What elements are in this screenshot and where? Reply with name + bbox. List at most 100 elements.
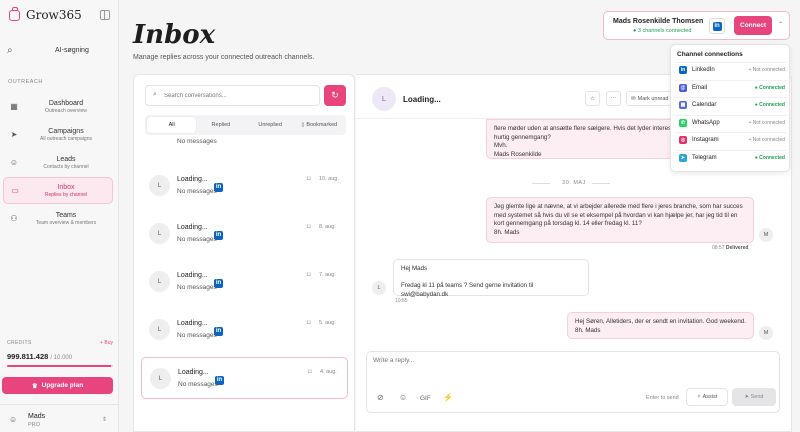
- user-plan: PRO: [28, 422, 40, 428]
- search-icon: ⌕: [7, 44, 13, 56]
- sidebar-item-title: Dashboard: [48, 100, 84, 107]
- conversation-item[interactable]: L Loading... in No messages ⌑ 8. aug.: [141, 213, 348, 255]
- channel-name: Instagram: [692, 137, 719, 143]
- bookmark-icon[interactable]: ⌑: [307, 175, 311, 183]
- connection-status-text: 3 channels connected: [637, 28, 692, 34]
- channel-status-text: Connected: [759, 84, 785, 91]
- sidebar-item-inbox[interactable]: ▭ Inbox Replies by channel: [3, 177, 113, 204]
- bookmark-icon: ☆: [590, 95, 595, 102]
- tab-bookmarked[interactable]: ▯ Bookmarked: [295, 117, 344, 133]
- sidebar-item-subtitle: Replies by channel: [44, 191, 88, 198]
- refresh-button[interactable]: ↻: [324, 85, 346, 106]
- user-icon: ☺: [9, 415, 18, 424]
- more-options-button[interactable]: ⋯: [606, 91, 621, 106]
- channel-name: WhatsApp: [692, 119, 720, 126]
- contact-name: Loading...: [403, 95, 441, 104]
- conversation-avatar: L: [149, 223, 170, 244]
- conversation-name: Loading...: [177, 320, 208, 327]
- bookmark-icon[interactable]: ⌑: [307, 223, 311, 231]
- channel-row-email[interactable]: @ Email ● Connected: [675, 79, 787, 95]
- channel-row-calendar[interactable]: ▦ Calendar ● Connected: [675, 97, 787, 112]
- instagram-icon: ◎: [679, 136, 687, 144]
- conversation-preview: No messages: [177, 332, 217, 339]
- conversation-item[interactable]: L Loading... in No messages ⌑ 5. aug.: [141, 309, 348, 351]
- upgrade-plan-button[interactable]: ♛ Upgrade plan: [2, 377, 113, 394]
- mark-unread-button[interactable]: ✉ Mark unread: [626, 91, 676, 106]
- channel-row-telegram[interactable]: ➤ Telegram ● Connected: [675, 149, 787, 165]
- bookmark-conversation-button[interactable]: ☆: [585, 91, 600, 106]
- conversation-name: Loading...: [177, 272, 208, 279]
- tab-bookmarked-label: Bookmarked: [306, 122, 338, 128]
- channel-row-instagram[interactable]: ◎ Instagram + Not connected: [675, 132, 787, 147]
- conversation-search-input[interactable]: [164, 89, 314, 103]
- conversation-name: Loading...: [177, 224, 208, 231]
- message-time: 10:55: [395, 298, 408, 304]
- emoji-icon[interactable]: ☺: [399, 393, 407, 402]
- inbox-icon: ▭: [11, 186, 19, 195]
- telegram-icon: ➤: [679, 153, 687, 162]
- tab-unreplied[interactable]: Unreplied: [246, 117, 295, 133]
- sidebar-item-subtitle: All outreach campaigns: [40, 136, 92, 142]
- channel-row-linkedin[interactable]: in LinkedIn + Not connected: [675, 62, 787, 77]
- sidebar-item-title: Campaigns: [48, 128, 84, 135]
- briefcase-icon: [9, 6, 20, 21]
- gif-button[interactable]: GIF: [420, 395, 431, 402]
- channel-status-text: Not connected: [752, 67, 785, 73]
- app: Grow365 ⌕ AI-søgning OUTREACH ▦ Dashboar…: [0, 0, 800, 432]
- message-meta: 08:57 Delivered: [712, 245, 748, 251]
- channel-status: + Not connected: [748, 119, 785, 126]
- brand[interactable]: Grow365: [9, 6, 82, 22]
- channel-name: LinkedIn: [692, 67, 715, 73]
- channel-status: ● Connected: [754, 84, 785, 91]
- bookmark-icon[interactable]: ⌑: [307, 271, 311, 279]
- send-label: Send: [750, 394, 764, 400]
- message-bubble-outgoing: Jeg glemte lige at nævne, at vi arbejder…: [486, 197, 754, 243]
- sidebar-item-teams[interactable]: ⚇ Teams Team overview & members: [3, 206, 113, 232]
- channel-status-text: Not connected: [752, 119, 785, 126]
- user-menu[interactable]: ☺ Mads PRO ⇕: [0, 404, 119, 432]
- search-icon: ⌕: [153, 91, 157, 98]
- conversation-item[interactable]: L Loading... in No messages ⌑ 7. aug.: [141, 261, 348, 303]
- sidebar-item-dashboard[interactable]: ▦ Dashboard Outreach overview: [3, 94, 113, 120]
- account-connection-card: Mads Rosenkilde Thomsen ● 3 channels con…: [603, 11, 790, 40]
- tab-replied[interactable]: Replied: [196, 117, 245, 133]
- ai-search-button[interactable]: ⌕ AI-søgning: [7, 44, 113, 56]
- more-icon: ⋯: [610, 95, 617, 102]
- sidebar-collapse-icon[interactable]: [100, 10, 110, 20]
- team-icon: ⚇: [10, 214, 18, 223]
- bookmark-icon[interactable]: ⌑: [307, 319, 311, 327]
- tab-all[interactable]: All: [147, 117, 197, 133]
- sidebar-item-leads[interactable]: ☺ Leads Contacts by channel: [3, 150, 113, 176]
- assist-button[interactable]: ✧ Assist: [686, 388, 728, 406]
- chevron-up-icon[interactable]: ⌃: [778, 21, 783, 28]
- channel-status: + Not connected: [748, 137, 785, 143]
- enter-to-send-hint: Enter to send: [646, 395, 679, 401]
- channel-status: ● Connected: [754, 102, 785, 108]
- linkedin-icon[interactable]: in: [709, 18, 725, 34]
- conversation-list-panel: ⌕ ↻ All Replied Unreplied ▯Bookmarked No…: [133, 74, 355, 432]
- conversation-avatar: L: [149, 319, 170, 340]
- whatsapp-icon: ✆: [679, 118, 687, 127]
- conversation-search: ⌕: [145, 85, 320, 106]
- message-bubble-incoming: Hej Mads Fredag kl 11 på teams ? Send ge…: [393, 259, 589, 298]
- send-button[interactable]: ➤ Send: [732, 388, 776, 406]
- assist-label: Assist: [702, 394, 718, 400]
- email-icon: @: [679, 83, 687, 92]
- sidebar-item-campaigns[interactable]: ➤ Campaigns All outreach campaigns: [3, 122, 113, 148]
- conversation-name: Loading...: [178, 369, 209, 376]
- channel-connections-dropdown: Channel connections in LinkedIn + Not conn…: [670, 44, 790, 172]
- conversation-item[interactable]: L Loading... in No messages ⌑ 10. aug.: [141, 165, 348, 207]
- lightning-icon[interactable]: ⚡: [443, 393, 453, 402]
- sidebar-item-subtitle: Outreach overview: [45, 108, 87, 114]
- ai-search-label: AI-søgning: [55, 46, 89, 54]
- buy-credits-link[interactable]: + Buy: [100, 340, 113, 346]
- connect-button[interactable]: Connect: [734, 16, 772, 35]
- channel-connections-title: Channel connections: [677, 51, 743, 58]
- channel-row-whatsapp[interactable]: ✆ WhatsApp + Not connected: [675, 114, 787, 130]
- conversation-item[interactable]: L Loading... in No messages ⌑ 4. aug.: [141, 357, 348, 399]
- bookmark-icon[interactable]: ⌑: [308, 368, 312, 376]
- credits-panel: CREDITS + Buy 999.811.428 / 10.000: [7, 340, 113, 367]
- attachment-icon[interactable]: ⊘: [377, 393, 384, 402]
- sidebar-item-title: Leads: [56, 156, 76, 163]
- reply-input[interactable]: [373, 357, 773, 371]
